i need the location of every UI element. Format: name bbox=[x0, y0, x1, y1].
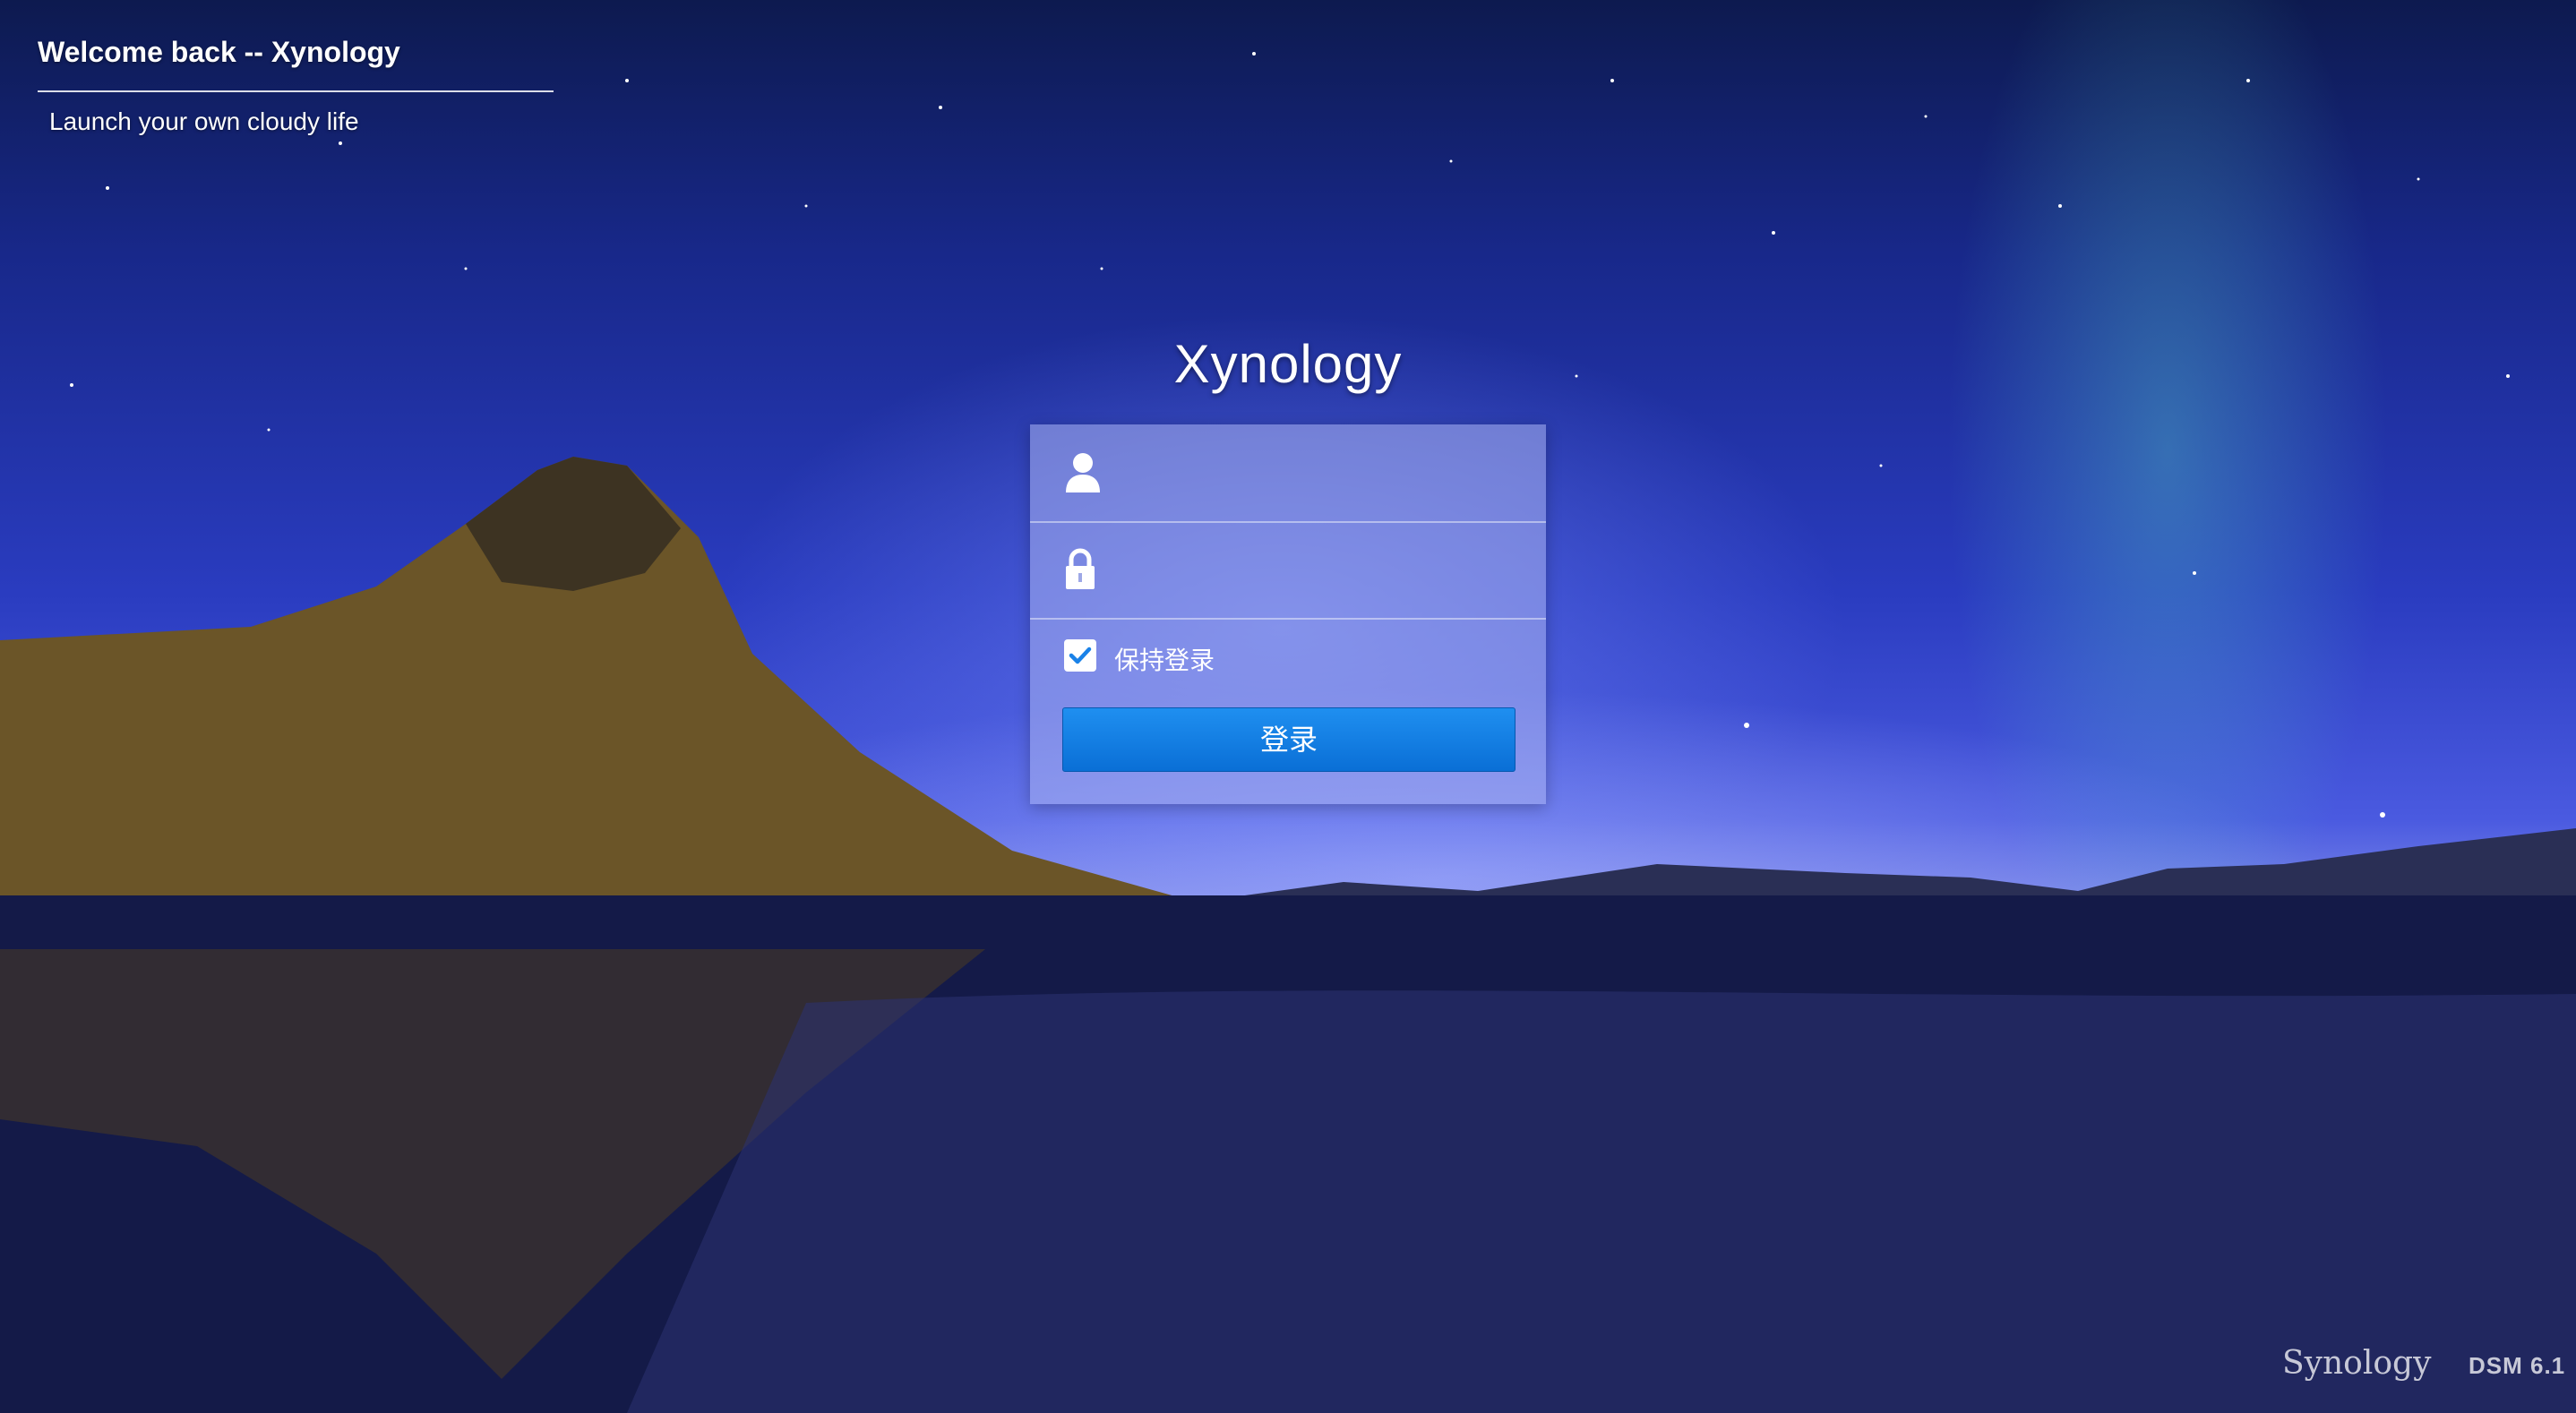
remember-label: 保持登录 bbox=[1114, 646, 1215, 675]
welcome-subtitle: Launch your own cloudy life bbox=[49, 107, 359, 135]
brand-title: Xynology bbox=[1173, 334, 1403, 394]
login-panel: 保持登录 登录 bbox=[1030, 424, 1546, 804]
synology-logo: Synology bbox=[2282, 1345, 2432, 1382]
lock-icon bbox=[1064, 548, 1096, 595]
dsm-version: DSM 6.1 bbox=[2469, 1352, 2566, 1379]
login-page: Welcome back -- Xynology Launch your own… bbox=[0, 0, 2576, 1413]
password-field bbox=[1030, 521, 1546, 620]
welcome-title: Welcome back -- Xynology bbox=[38, 36, 400, 68]
username-field bbox=[1030, 424, 1546, 523]
user-icon bbox=[1064, 451, 1102, 496]
username-input[interactable] bbox=[1129, 448, 1517, 500]
login-button[interactable]: 登录 bbox=[1062, 707, 1516, 772]
remember-checkbox[interactable] bbox=[1064, 639, 1096, 672]
password-input[interactable] bbox=[1129, 544, 1517, 596]
welcome-header: Welcome back -- Xynology bbox=[38, 36, 554, 92]
checkmark-icon bbox=[1069, 647, 1092, 664]
